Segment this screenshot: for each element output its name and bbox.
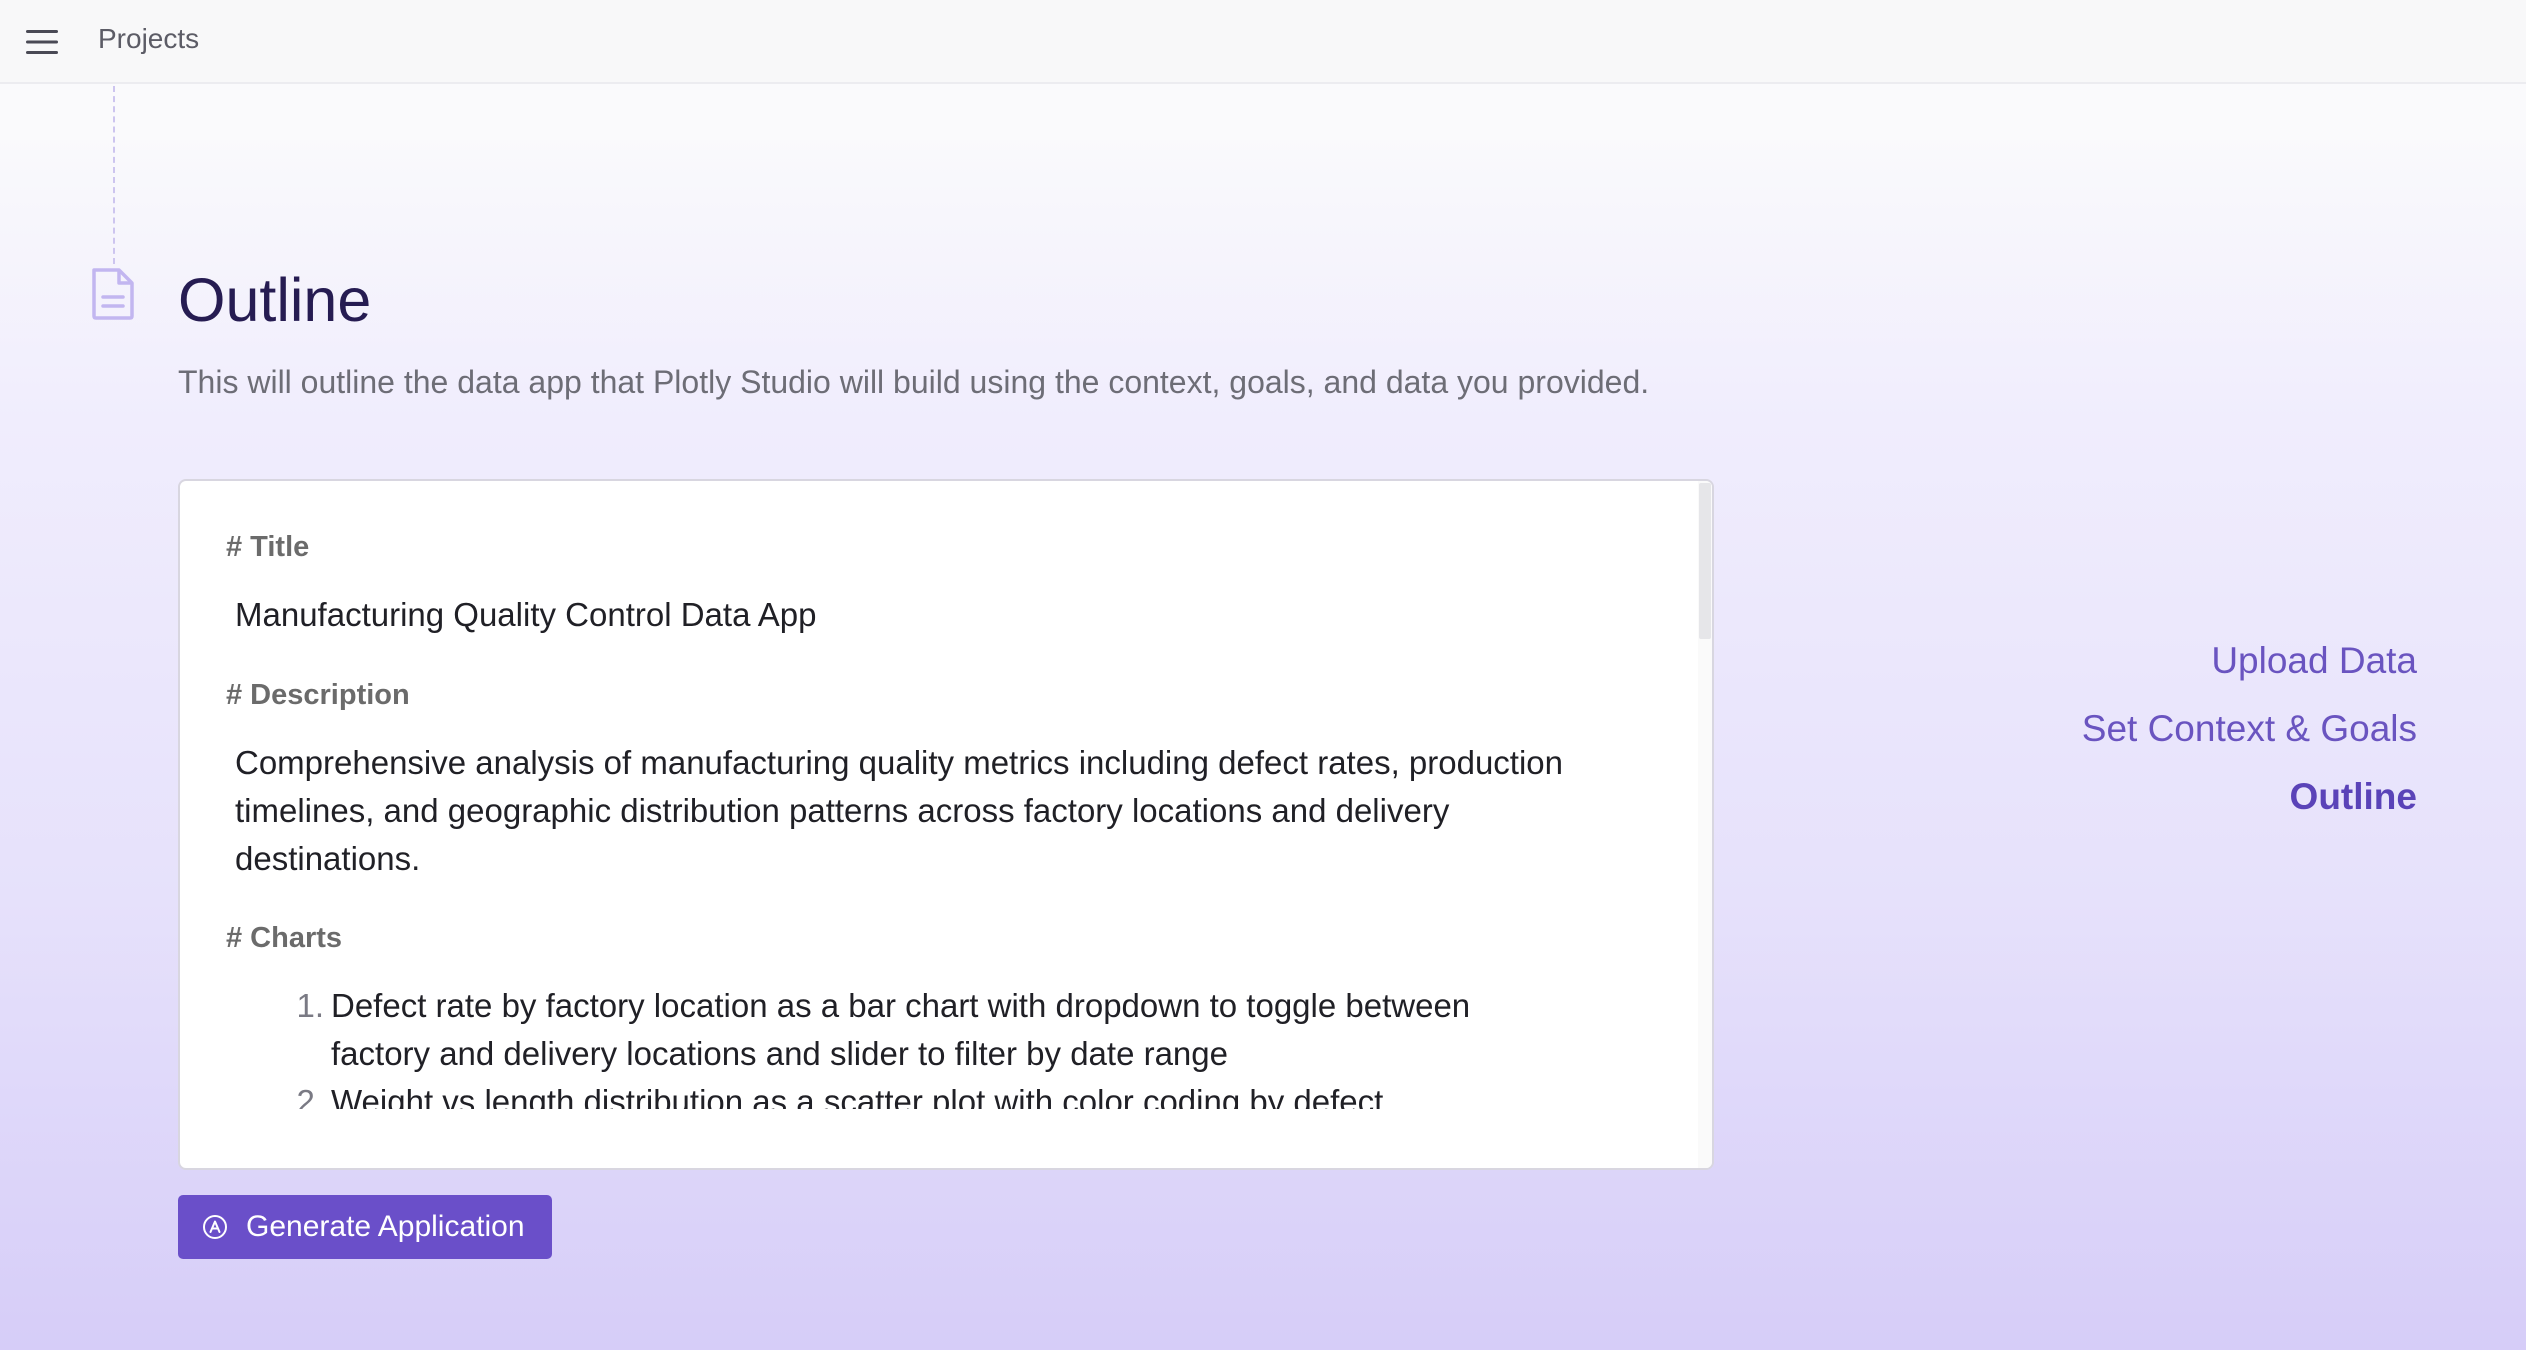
step-link-upload-data[interactable]: Upload Data [2211, 637, 2417, 685]
outline-content: # Title Manufacturing Quality Control Da… [180, 481, 1690, 1109]
description-heading: # Description [226, 679, 410, 711]
step-connector-line [113, 86, 115, 264]
chart-item[interactable]: Defect rate by factory location as a bar… [331, 982, 1491, 1078]
generate-application-button[interactable]: Generate Application [178, 1195, 552, 1259]
title-value[interactable]: Manufacturing Quality Control Data App [235, 591, 1635, 639]
chart-item[interactable]: Weight vs length distribution as a scatt… [331, 1078, 1491, 1109]
chart-item-number: 2. [296, 1083, 324, 1109]
description-value[interactable]: Comprehensive analysis of manufacturing … [235, 739, 1635, 883]
charts-heading: # Charts [226, 922, 343, 954]
title-heading: # Title [226, 531, 310, 563]
page-title: Outline [178, 266, 372, 334]
step-link-outline[interactable]: Outline [2290, 773, 2417, 821]
document-icon [88, 266, 138, 322]
chart-item-number: 1. [296, 987, 324, 1024]
top-bar: Projects [0, 0, 2526, 84]
outline-editor[interactable]: # Title Manufacturing Quality Control Da… [178, 479, 1714, 1170]
breadcrumb-projects[interactable]: Projects [98, 20, 199, 58]
generate-application-label: Generate Application [246, 1210, 525, 1243]
sparkle-a-icon [203, 1215, 227, 1239]
editor-scrollbar[interactable] [1698, 481, 1712, 1168]
hamburger-menu-icon[interactable] [22, 22, 62, 62]
step-link-context-goals[interactable]: Set Context & Goals [2082, 705, 2417, 753]
scrollbar-thumb[interactable] [1699, 483, 1711, 639]
page-subtitle: This will outline the data app that Plot… [178, 364, 1650, 400]
